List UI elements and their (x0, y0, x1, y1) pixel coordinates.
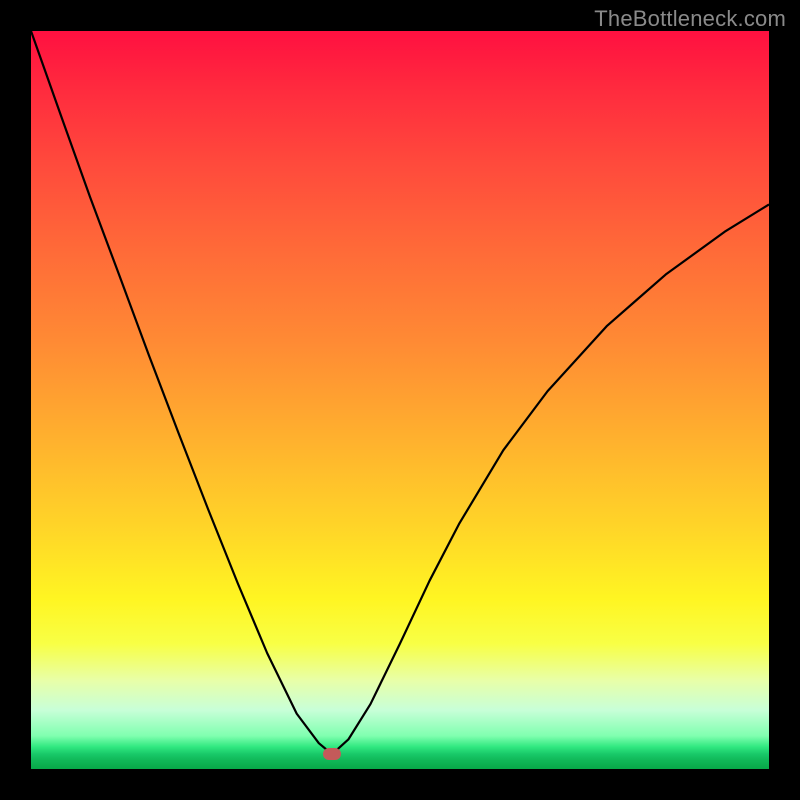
curve-line (31, 31, 769, 769)
minimum-marker (323, 748, 341, 760)
watermark-text: TheBottleneck.com (594, 6, 786, 32)
chart-frame: TheBottleneck.com (0, 0, 800, 800)
plot-area (31, 31, 769, 769)
